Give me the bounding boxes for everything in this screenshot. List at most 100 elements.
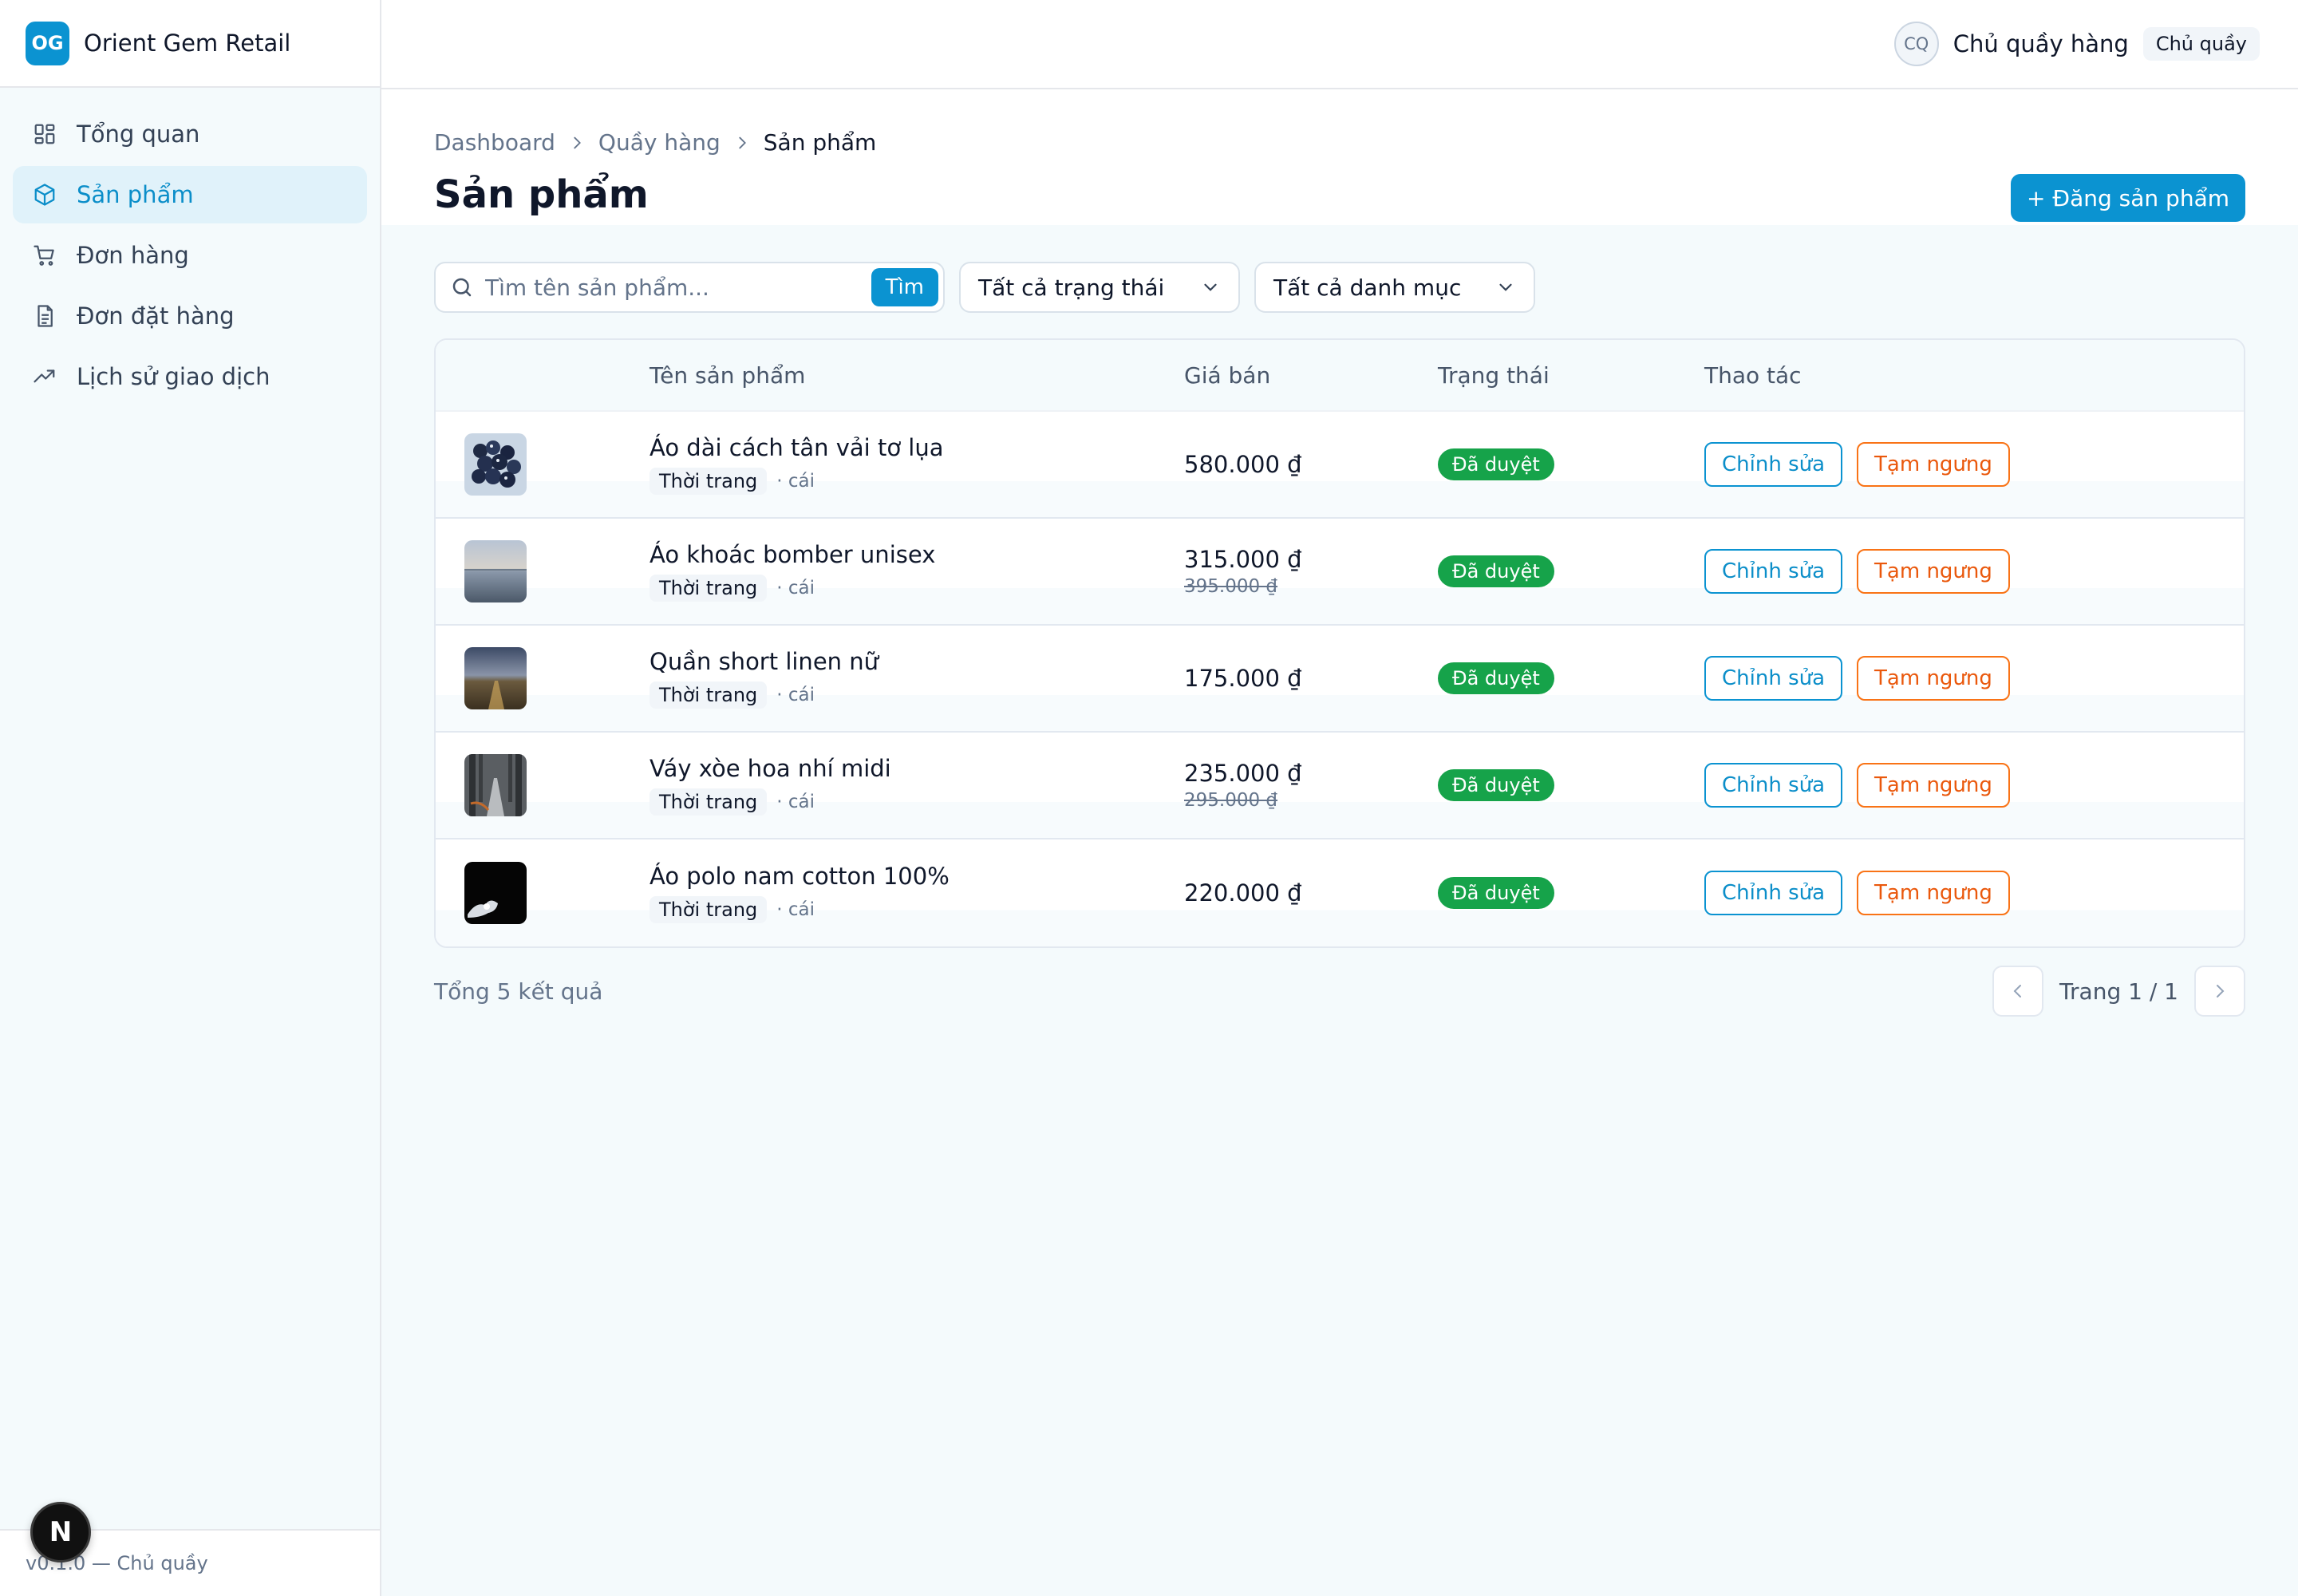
sidebar-item-label: Đơn hàng (77, 242, 189, 269)
price-cell: 220.000 ₫ (1184, 879, 1438, 907)
name-cell: Áo dài cách tân vải tơ lụa Thời trang · … (650, 434, 1184, 495)
next-page-button[interactable] (2194, 966, 2245, 1017)
sidebar-nav: Tổng quan Sản phẩm Đơn hàng Đơn đặt hàng… (0, 88, 380, 405)
original-price: 395.000 ₫ (1184, 576, 1278, 597)
pause-button[interactable]: Tạm ngưng (1857, 656, 2010, 701)
name-cell: Áo khoác bomber unisex Thời trang · cái (650, 541, 1184, 602)
thumbnail-cell (436, 754, 650, 816)
sidebar: OG Orient Gem Retail Tổng quan Sản phẩm … (0, 0, 381, 1596)
product-thumbnail[interactable] (464, 647, 527, 709)
chevron-left-icon (2013, 985, 2022, 998)
original-price: 295.000 ₫ (1184, 790, 1278, 811)
breadcrumb-counter[interactable]: Quầy hàng (598, 129, 721, 156)
search-box: Tìm (434, 262, 945, 313)
price-cell: 175.000 ₫ (1184, 665, 1438, 692)
edit-button[interactable]: Chỉnh sửa (1704, 656, 1843, 701)
product-thumbnail[interactable] (464, 540, 527, 602)
unit-label: · cái (776, 578, 815, 598)
product-name[interactable]: Áo dài cách tân vải tơ lụa (650, 434, 1184, 461)
user-name[interactable]: Chủ quầy hàng (1953, 30, 2129, 57)
unit-label: · cái (776, 471, 815, 492)
search-button[interactable]: Tìm (871, 268, 938, 306)
unit-label: · cái (776, 685, 815, 705)
dashboard-grid-icon (32, 121, 57, 147)
page-title: Sản phẩm (434, 172, 649, 217)
product-name[interactable]: Áo khoác bomber unisex (650, 541, 1184, 568)
table-row: Áo khoác bomber unisex Thời trang · cái … (436, 519, 2244, 626)
status-cell: Đã duyệt (1438, 662, 1704, 694)
sidebar-item-purchase-orders[interactable]: Đơn đặt hàng (13, 287, 367, 345)
chevron-down-icon (1499, 283, 1512, 291)
thumbnail-cell (436, 647, 650, 709)
edit-button[interactable]: Chỉnh sửa (1704, 549, 1843, 594)
product-name[interactable]: Quần short linen nữ (650, 648, 1184, 675)
product-name[interactable]: Áo polo nam cotton 100% (650, 863, 1184, 890)
table-header: Tên sản phẩm Giá bán Trạng thái Thao tác (436, 340, 2244, 412)
page-header: Dashboard Quầy hàng Sản phẩm Sản phẩm + … (381, 89, 2298, 225)
thumbnail-cell (436, 540, 650, 602)
category-badge: Thời trang (650, 896, 768, 923)
sidebar-item-label: Đơn đặt hàng (77, 302, 235, 330)
sidebar-item-products[interactable]: Sản phẩm (13, 166, 367, 223)
edit-button[interactable]: Chỉnh sửa (1704, 442, 1843, 487)
prev-page-button[interactable] (1992, 966, 2044, 1017)
category-badge: Thời trang (650, 788, 768, 816)
product-meta: Thời trang · cái (650, 468, 1184, 495)
price-cell: 235.000 ₫ 295.000 ₫ (1184, 760, 1438, 811)
chevron-right-icon (733, 134, 751, 152)
sale-price: 580.000 ₫ (1184, 451, 1302, 478)
sale-price: 315.000 ₫ (1184, 546, 1302, 573)
category-badge: Thời trang (650, 575, 768, 602)
product-thumbnail[interactable] (464, 433, 527, 496)
sidebar-item-label: Sản phẩm (77, 181, 194, 208)
column-header-actions: Thao tác (1704, 361, 1802, 389)
sidebar-item-transactions[interactable]: Lịch sử giao dịch (13, 348, 367, 405)
pause-button[interactable]: Tạm ngưng (1857, 549, 2010, 594)
status-badge: Đã duyệt (1438, 448, 1554, 480)
breadcrumb-current: Sản phẩm (763, 129, 877, 156)
unit-label: · cái (776, 899, 815, 920)
sidebar-item-overview[interactable]: Tổng quan (13, 105, 367, 163)
brand-name[interactable]: Orient Gem Retail (84, 30, 290, 57)
price-cell: 315.000 ₫ 395.000 ₫ (1184, 546, 1438, 597)
chevron-down-icon (1204, 283, 1217, 291)
sidebar-item-orders[interactable]: Đơn hàng (13, 227, 367, 284)
category-filter-select[interactable]: Tất cả danh mục (1254, 262, 1535, 313)
pause-button[interactable]: Tạm ngưng (1857, 871, 2010, 915)
add-product-button[interactable]: + Đăng sản phẩm (2011, 174, 2245, 222)
product-name[interactable]: Váy xòe hoa nhí midi (650, 755, 1184, 782)
status-filter-select[interactable]: Tất cả trạng thái (959, 262, 1240, 313)
trending-up-icon (32, 364, 57, 389)
name-cell: Áo polo nam cotton 100% Thời trang · cái (650, 863, 1184, 923)
search-input[interactable] (485, 274, 871, 301)
thumbnail-cell (436, 433, 650, 496)
brand-logo[interactable]: OG (26, 21, 69, 65)
cart-icon (32, 243, 57, 268)
sale-price: 175.000 ₫ (1184, 665, 1302, 692)
category-filter-value: Tất cả danh mục (1273, 274, 1462, 301)
column-header-name: Tên sản phẩm (650, 361, 806, 389)
sale-price: 220.000 ₫ (1184, 879, 1302, 907)
price-cell: 580.000 ₫ (1184, 451, 1438, 478)
pause-button[interactable]: Tạm ngưng (1857, 763, 2010, 808)
product-thumbnail[interactable] (464, 862, 527, 924)
thumbnail-cell (436, 862, 650, 924)
chevron-right-icon (2217, 985, 2225, 998)
edit-button[interactable]: Chỉnh sửa (1704, 763, 1843, 808)
status-badge: Đã duyệt (1438, 662, 1554, 694)
actions-cell: Chỉnh sửa Tạm ngưng (1704, 549, 2244, 594)
category-badge: Thời trang (650, 468, 768, 495)
edit-button[interactable]: Chỉnh sửa (1704, 871, 1843, 915)
nextjs-dev-badge[interactable]: N (30, 1502, 91, 1562)
pause-button[interactable]: Tạm ngưng (1857, 442, 2010, 487)
topbar: CQ Chủ quầy hàng Chủ quầy (381, 0, 2298, 89)
table-row: Áo dài cách tân vải tơ lụa Thời trang · … (436, 412, 2244, 519)
product-thumbnail[interactable] (464, 754, 527, 816)
table-row: Quần short linen nữ Thời trang · cái 175… (436, 626, 2244, 733)
total-results: Tổng 5 kết quả (434, 978, 603, 1005)
sale-price: 235.000 ₫ (1184, 760, 1302, 787)
status-cell: Đã duyệt (1438, 769, 1704, 801)
breadcrumb-dashboard[interactable]: Dashboard (434, 129, 555, 156)
product-meta: Thời trang · cái (650, 575, 1184, 602)
avatar[interactable]: CQ (1893, 22, 1939, 66)
